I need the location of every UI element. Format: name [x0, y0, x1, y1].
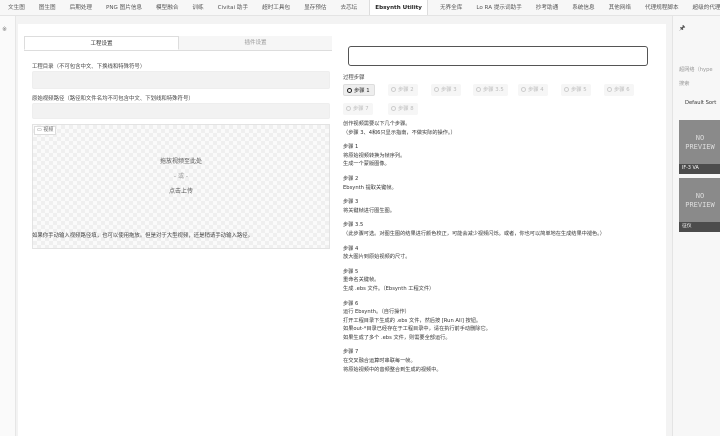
- app-window: 文生图 图生图 后期处理 PNG 图片信息 模型融合 训练 Civitai 助手 超时工具包显…: [0, 0, 720, 436]
- top-tab[interactable]: 图生图: [37, 0, 58, 15]
- drop-video-text: 拖放视频至此处: [159, 158, 202, 165]
- step-option-3[interactable]: 步骤 3: [431, 84, 461, 96]
- project-dir-label: 工程目录（不可包含中文、下换线和特殊符号）: [32, 64, 146, 70]
- video-path-hint: 如果你手动输入视频路径填，也可以使用拖放。但是对于大型视频，还是稍请手动输入路径…: [32, 233, 254, 239]
- click-upload-text[interactable]: 点击上传: [33, 186, 329, 195]
- step-option-5[interactable]: 步骤 5: [561, 84, 591, 96]
- top-tab[interactable]: PNG 图片信息: [104, 0, 144, 15]
- step-line: 放大图片到原始视频的尺寸。: [343, 254, 411, 261]
- top-tab[interactable]: 训练: [190, 0, 205, 15]
- step-line: （此步骤可选。对图生图的结果进行颜色校正，可能会减少视频闪烁。或者，你也可以简单…: [343, 230, 605, 237]
- video-camera-icon: ▭: [37, 127, 42, 133]
- tab-project-settings[interactable]: 工程设置: [24, 36, 179, 50]
- project-dir-input[interactable]: [32, 71, 330, 89]
- network-filter[interactable]: 超网络（hype: [679, 66, 713, 73]
- step-option-1[interactable]: 步骤 1: [343, 84, 375, 96]
- step-line: Ebsynth 提取关键帧。: [343, 184, 397, 191]
- top-tab[interactable]: 无界全库: [438, 0, 464, 15]
- step-option-4[interactable]: 步骤 4: [518, 84, 548, 96]
- step-title: 步骤 6: [343, 300, 359, 307]
- top-tab[interactable]: Ebsynth Utility: [369, 0, 428, 15]
- top-tab[interactable]: 文生图: [6, 0, 27, 15]
- step-title: 步骤 5: [343, 268, 359, 275]
- left-collapsed-panel: ※: [0, 16, 16, 436]
- step-line: 生成一个蒙版图像。: [343, 161, 390, 168]
- or-text: - 或 -: [173, 173, 189, 180]
- video-path-input[interactable]: [32, 103, 330, 119]
- step-option-3-5[interactable]: 步骤 3.5: [473, 84, 508, 96]
- search-field[interactable]: 搜索: [679, 80, 689, 87]
- step-line: 如果out-*目录已经存在于工程目录中，请在执行前手动删除它。: [343, 326, 491, 333]
- step-title: 步骤 7: [343, 349, 359, 356]
- top-tab[interactable]: 模型融合: [154, 0, 180, 15]
- step-option-2[interactable]: 步骤 2: [388, 84, 418, 96]
- top-tab[interactable]: 其他网络: [607, 0, 633, 15]
- step-option-6[interactable]: 步骤 6: [604, 84, 634, 96]
- process-steps-label: 过程步骤: [343, 75, 365, 81]
- step-line: 打开工程目录下生成的 .ebs 文件，然后按 [Run All] 按钮。: [343, 317, 482, 324]
- no-preview-art: NO PREVIEW: [685, 192, 715, 209]
- network-card[interactable]: NO PREVIEW 征仪: [679, 178, 720, 232]
- step-guide: 创作视频需要以下几个步骤。 （步骤 3、4和6只显示指南，不做实际的操作。） 步…: [343, 120, 653, 374]
- top-tab[interactable]: 去芯坛: [338, 0, 359, 15]
- video-label-badge: ▭ 视频: [34, 126, 57, 135]
- video-path-label: 原始视频路径（路径和文件名均不可包含中文、下划线和特殊符号）: [32, 96, 194, 102]
- top-tab[interactable]: 超时工具包: [260, 0, 292, 15]
- step-title: 步骤 2: [343, 175, 359, 182]
- top-tab[interactable]: 代理规程脚本: [643, 0, 681, 15]
- network-card-caption: IF-3 VA: [679, 164, 720, 174]
- generate-button[interactable]: [348, 46, 648, 66]
- top-tab[interactable]: 抄考助通: [534, 0, 560, 15]
- ebsynth-utility-panel: 工程设置 插件设置 工程目录（不可包含中文、下换线和特殊符号） 原始视频路径（路…: [18, 24, 666, 436]
- tabs-divider: [24, 50, 332, 51]
- step-line: 将原始视频转换为帧序列。: [343, 152, 406, 159]
- top-tab[interactable]: 超级的代理: [691, 0, 720, 15]
- intro-line: 创作视频需要以下几个步骤。: [343, 121, 411, 127]
- network-card-caption: 征仪: [679, 222, 720, 232]
- step-line: 将原始视频中的音频整合到生成的视频中。: [343, 366, 442, 373]
- step-option-7[interactable]: 步骤 7: [343, 103, 373, 115]
- no-preview-art: NO PREVIEW: [685, 134, 715, 151]
- top-tab[interactable]: 显存预估: [302, 0, 328, 15]
- step-option-8[interactable]: 步骤 8: [388, 103, 418, 115]
- top-tab[interactable]: Lo RA 提示词助手: [474, 0, 523, 15]
- extra-networks-panel: 🖈 超网络（hype 搜索 Default Sort NO PREVIEW IF…: [672, 16, 720, 436]
- step-line: 重命名关键帧。: [343, 277, 380, 284]
- step-line: 运行 Ebsynth。（自行操作）: [343, 309, 410, 316]
- tab-plugin-settings[interactable]: 插件设置: [179, 36, 332, 50]
- step-line: 将关键帧进行图生图。: [343, 207, 395, 214]
- step-line: 如果生成了多个 .ebs 文件，则需要全部运行。: [343, 334, 451, 341]
- step-title: 步骤 3.5: [343, 222, 364, 229]
- top-tab[interactable]: Civitai 助手: [216, 0, 250, 15]
- step-line: 生成 .ebs 文件。（Ebsynth 工程文件）: [343, 285, 435, 292]
- video-tag-text: 视频: [43, 127, 54, 133]
- settings-tabs: 工程设置 插件设置: [24, 36, 332, 50]
- top-tab-bar: 文生图 图生图 后期处理 PNG 图片信息 模型融合 训练 Civitai 助手 超时工具包显…: [0, 0, 720, 16]
- step-title: 步骤 3: [343, 199, 359, 206]
- top-tab[interactable]: 系统信息: [570, 0, 596, 15]
- network-card[interactable]: NO PREVIEW IF-3 VA: [679, 120, 720, 174]
- pin-icon[interactable]: 🖈: [679, 24, 685, 35]
- sort-selector[interactable]: Default Sort: [685, 100, 716, 106]
- step-line: 在交叉融合运算时串联每一帧。: [343, 358, 416, 365]
- step-title: 步骤 1: [343, 144, 359, 151]
- step-title: 步骤 4: [343, 245, 359, 252]
- top-tab[interactable]: 后期处理: [68, 0, 94, 15]
- left-panel-icon[interactable]: ※: [2, 26, 7, 33]
- intro-line: （步骤 3、4和6只显示指南，不做实际的操作。）: [343, 129, 456, 136]
